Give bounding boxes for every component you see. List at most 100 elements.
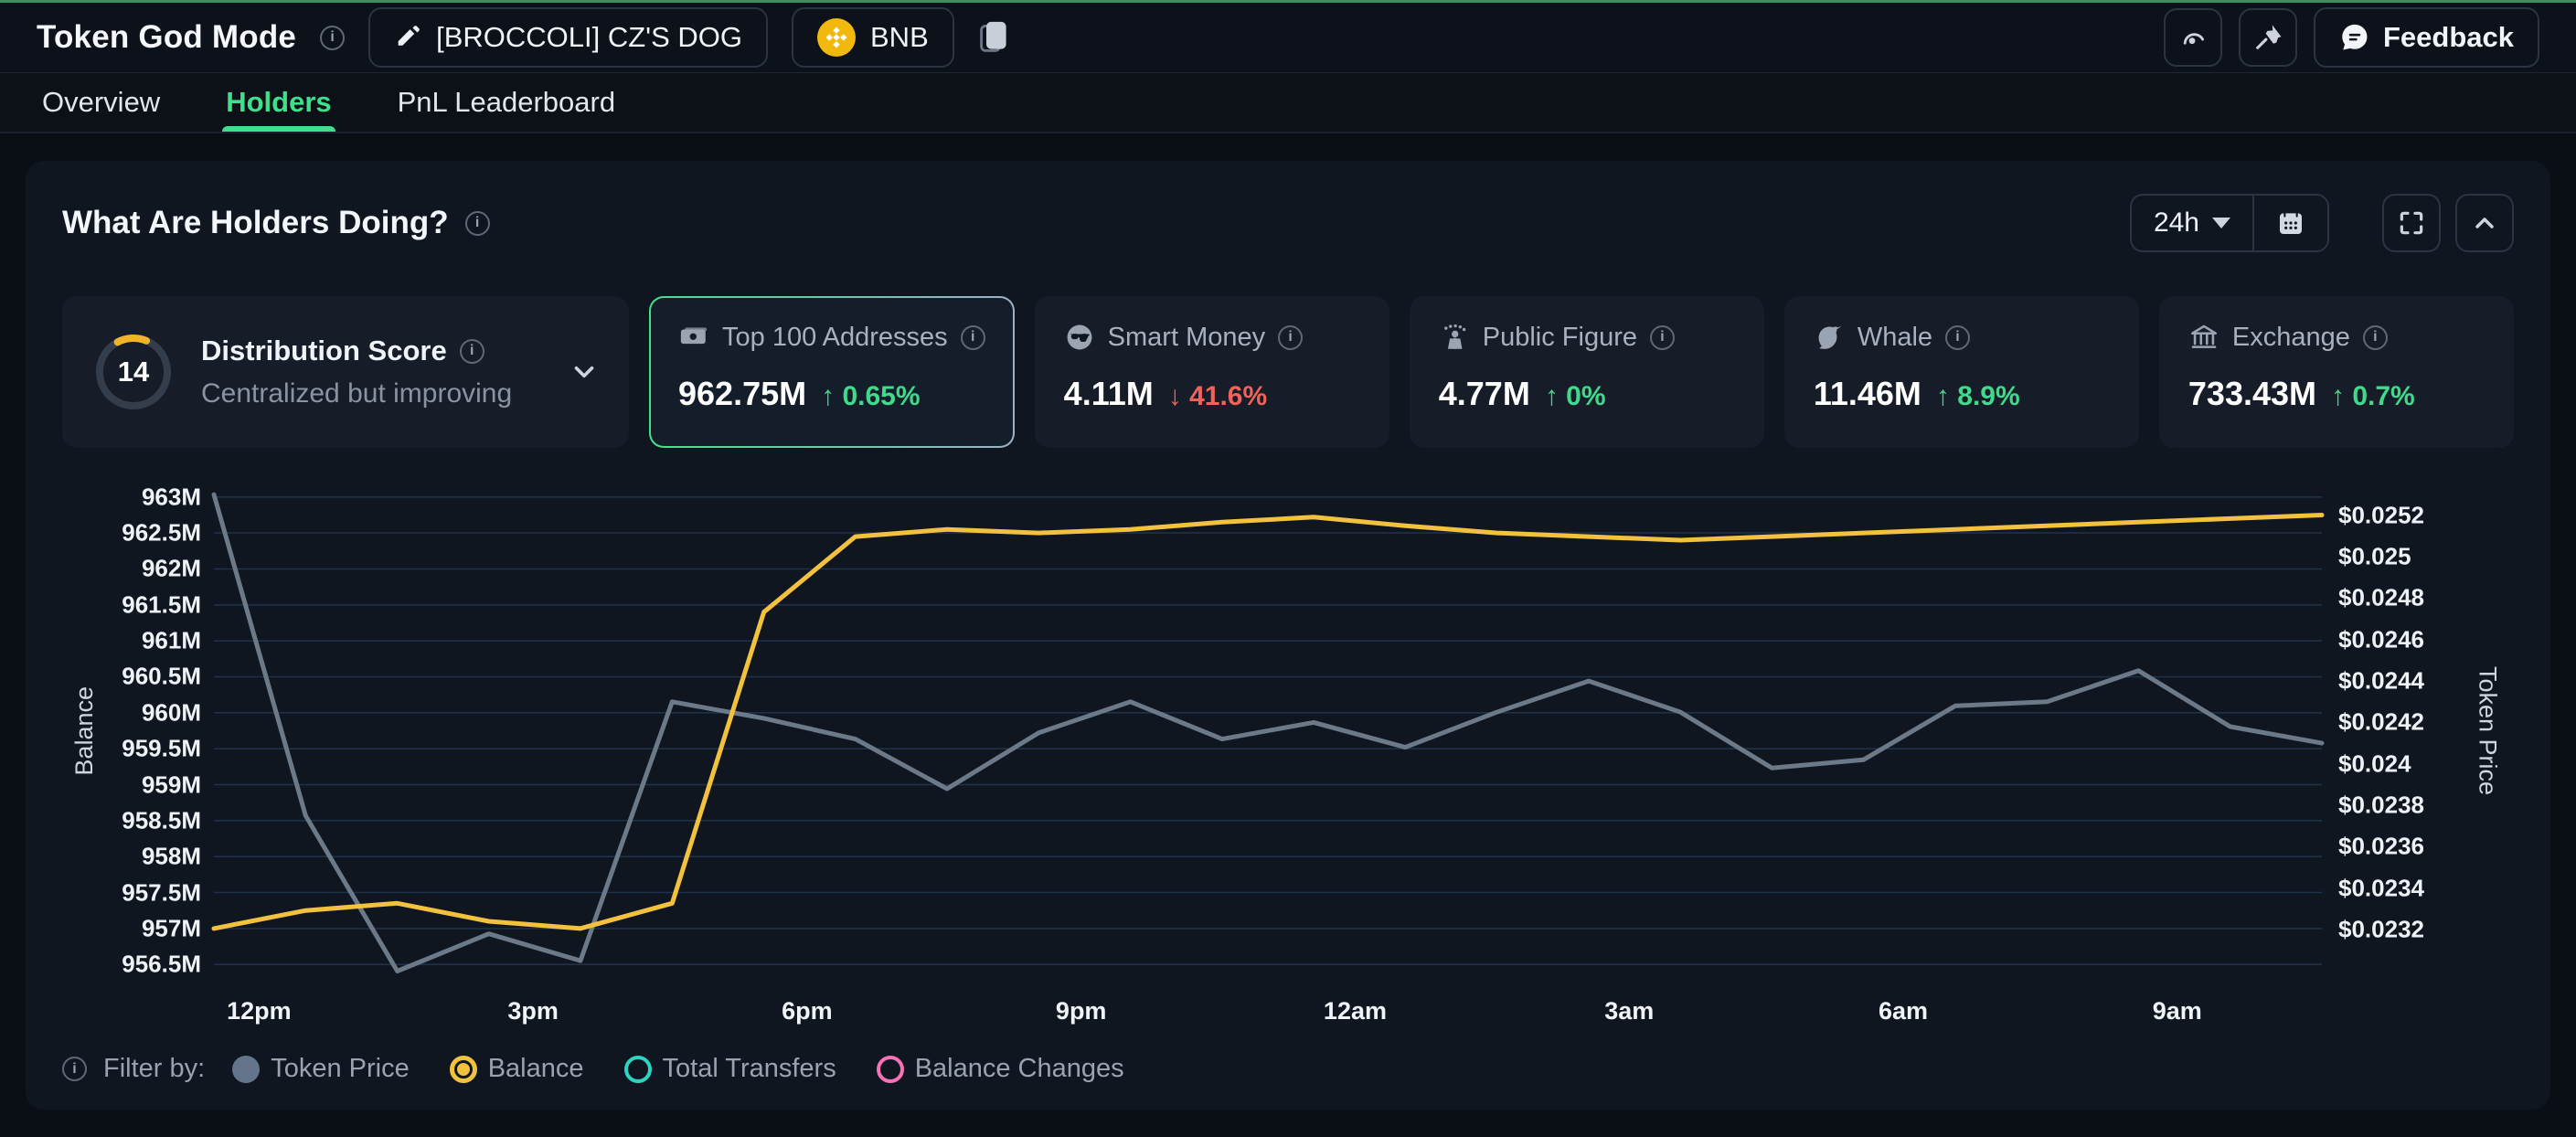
pin-icon [2252,22,2283,53]
info-icon[interactable] [961,325,985,350]
pin-button[interactable] [2239,8,2297,67]
left-tick: 962.5M [122,519,201,547]
stat-card-title-row: Public Figure [1439,322,1735,353]
chart-plot-area[interactable]: 12pm3pm6pm9pm12am3am6am9am [214,486,2322,975]
legend-item-token-price[interactable]: Token Price [232,1054,410,1084]
stat-card-delta: ↑ 8.9% [1936,381,2020,412]
info-icon[interactable] [1945,325,1970,350]
whale-icon [1814,322,1845,353]
x-tick: 12pm [227,997,292,1025]
stat-cards-row: 14 Distribution Score Centralized but im… [62,296,2514,448]
right-tick: $0.0232 [2338,916,2424,944]
chevron-down-icon[interactable] [569,356,600,388]
feedback-label: Feedback [2383,21,2514,54]
collapse-button[interactable] [2455,194,2514,252]
stat-card-title-row: Whale [1814,322,2110,353]
info-icon[interactable] [1278,325,1303,350]
watchlist-button[interactable] [2164,8,2222,67]
stat-card-public-figure[interactable]: Public Figure4.77M↑ 0% [1410,296,1764,448]
right-tick: $0.0244 [2338,667,2424,696]
edit-pencil-icon [394,24,421,51]
left-tick: 959.5M [122,735,201,763]
stat-card-smart-money[interactable]: Smart Money 4.11M ↓ 41.6% [1035,296,1389,448]
tab-pnl-leaderboard[interactable]: PnL Leaderboard [394,73,619,132]
legend-swatch-ring [877,1056,904,1083]
stat-card-value: 11.46M [1814,375,1921,413]
stat-card-value: 4.11M [1064,375,1154,413]
token-name: [BROCCOLI] CZ'S DOG [436,21,742,54]
panel-title: What Are Holders Doing? [62,205,449,241]
watch-eye-icon [2177,22,2209,53]
token-select-button[interactable]: [BROCCOLI] CZ'S DOG [368,7,768,68]
header-left: Token God Mode [BROCCOLI] CZ'S DOG [37,7,1011,68]
info-icon[interactable] [320,26,345,50]
stat-card-value-row: 11.46M ↑ 8.9% [1814,375,2110,413]
legend-label: Balance [488,1054,584,1084]
left-tick: 963M [142,483,201,511]
right-tick: $0.025 [2338,543,2411,571]
stat-card-whale[interactable]: Whale 11.46M ↑ 8.9% [1784,296,2139,448]
stat-card-title: Whale [1857,323,1932,353]
stat-card-value: 962.75M [678,375,806,413]
distribution-score-subtitle: Centralized but improving [201,378,512,409]
right-tick: $0.0238 [2338,792,2424,820]
stat-card-title-row: Smart Money [1064,322,1360,353]
left-tick: 961M [142,627,201,655]
chain-select-button[interactable]: BNB [792,7,954,68]
info-icon[interactable] [460,339,484,364]
distribution-score-title: Distribution Score [201,335,447,367]
info-icon[interactable] [62,1057,87,1081]
chart-legend: Filter by: Token Price Balance Total Trans… [62,1054,2514,1084]
stat-card-value-row: 733.43M↑ 0.7% [2188,375,2485,413]
x-tick: 3pm [507,997,559,1025]
left-tick: 960M [142,698,201,727]
info-icon[interactable] [2363,325,2388,350]
left-tick: 957M [142,914,201,942]
chevron-down-icon [2212,218,2230,228]
left-tick: 960.5M [122,663,201,691]
stat-card-delta: ↓ 41.6% [1168,381,1267,412]
left-tick: 957.5M [122,878,201,907]
tab-overview[interactable]: Overview [38,73,164,132]
chain-name: BNB [870,21,929,54]
stat-card-value-row: 4.11M ↓ 41.6% [1064,375,1360,413]
legend-item-balance-changes[interactable]: Balance Changes [877,1054,1124,1084]
left-axis-ticks: 963M962.5M962M961.5M961M960.5M960M959.5M… [106,486,214,975]
holders-chart: Balance 963M962.5M962M961.5M961M960.5M96… [62,486,2514,975]
legend-item-balance[interactable]: Balance [450,1054,584,1084]
stat-card-top-100-addresses[interactable]: Top 100 Addresses962.75M↑ 0.65% [649,296,1015,448]
legend-prefix: Filter by: [103,1054,205,1084]
panel-controls: 24h [2130,194,2514,252]
timeframe-dropdown[interactable]: 24h [2132,196,2252,250]
copy-address-button[interactable] [978,19,1011,56]
right-axis-ticks: $0.0252$0.025$0.0248$0.0246$0.0244$0.024… [2322,486,2461,975]
right-tick: $0.0242 [2338,708,2424,737]
tab-holders[interactable]: Holders [222,73,335,132]
left-tick: 956.5M [122,951,201,979]
left-tick: 962M [142,555,201,583]
legend-swatch-filled [232,1056,260,1083]
x-tick: 12am [1324,997,1387,1025]
stat-card-exchange[interactable]: Exchange733.43M↑ 0.7% [2159,296,2514,448]
stat-card-title: Top 100 Addresses [722,323,948,353]
x-tick: 9pm [1056,997,1107,1025]
legend-item-total-transfers[interactable]: Total Transfers [624,1054,836,1084]
x-tick: 6pm [782,997,833,1025]
right-tick: $0.0252 [2338,501,2424,529]
x-tick: 9am [2153,997,2202,1025]
fullscreen-button[interactable] [2382,194,2441,252]
feedback-button[interactable]: Feedback [2314,7,2539,68]
distribution-score-text: Distribution Score Centralized but impro… [201,335,512,409]
stat-card-value: 4.77M [1439,375,1530,413]
info-icon[interactable] [1650,325,1675,350]
token-god-mode-page: Token God Mode [BROCCOLI] CZ'S DOG [0,0,2576,1137]
right-axis-title: Token Price [2461,486,2514,975]
right-tick: $0.0248 [2338,584,2424,612]
info-icon[interactable] [465,211,490,236]
calendar-button[interactable] [2254,196,2327,250]
series-balance [214,515,2322,929]
stat-card-delta: ↑ 0.7% [2331,381,2415,412]
bnb-logo-icon [817,18,856,57]
x-tick: 6am [1879,997,1928,1025]
distribution-score-card[interactable]: 14 Distribution Score Centralized but im… [62,296,629,448]
